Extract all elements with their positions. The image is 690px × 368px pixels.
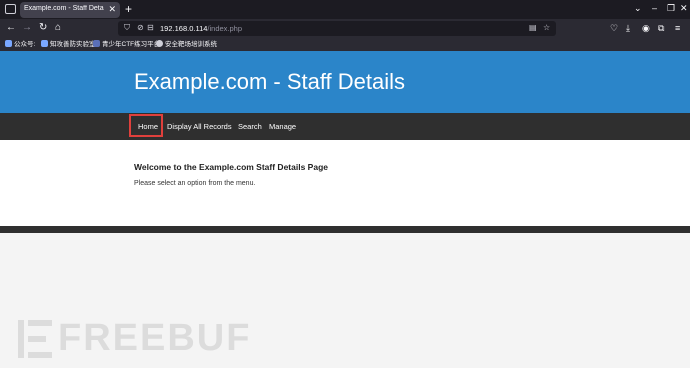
instruction-text: Please select an option from the menu.	[134, 180, 256, 187]
back-icon[interactable]: ←	[6, 22, 16, 34]
bookmark-label: 公众号:	[14, 41, 36, 48]
forward-icon[interactable]: →	[22, 22, 32, 34]
globe-icon	[156, 40, 163, 47]
reader-view-icon[interactable]: ▤	[529, 23, 537, 32]
minimize-icon[interactable]: –	[652, 3, 657, 13]
page-info-icon[interactable]: ⊘	[137, 23, 144, 32]
site-header: Example.com - Staff Details	[0, 51, 690, 113]
browser-tab[interactable]: Example.com - Staff Details - We ✕	[20, 2, 120, 18]
url-text[interactable]: 192.168.0.114/index.php	[160, 24, 242, 33]
tab-list-icon[interactable]	[5, 4, 16, 14]
menu-icon[interactable]: ≡	[675, 22, 680, 34]
window-close-icon[interactable]: ✕	[680, 3, 688, 14]
nav-manage-link[interactable]: Manage	[269, 122, 296, 131]
restore-icon[interactable]: ❐	[667, 3, 675, 14]
url-host: 192.168.0.114	[160, 24, 208, 33]
nav-search-link[interactable]: Search	[238, 122, 262, 131]
bookmark-label: 安全靶场培训系统	[165, 41, 217, 48]
bookmark-star-icon[interactable]: ☆	[543, 23, 550, 32]
watermark: FREEBUF	[58, 317, 252, 359]
pocket-icon[interactable]: ♡	[610, 22, 618, 34]
lab-icon	[41, 40, 48, 47]
reload-icon[interactable]: ↻	[39, 22, 47, 34]
welcome-heading: Welcome to the Example.com Staff Details…	[134, 162, 328, 172]
wechat-icon	[5, 40, 12, 47]
main-content: Welcome to the Example.com Staff Details…	[0, 140, 690, 226]
new-tab-icon[interactable]: +	[125, 2, 132, 16]
site-nav: Home Display All Records Search Manage	[0, 113, 690, 140]
bookmark-item[interactable]: 青少年CTF练习平台	[93, 39, 160, 50]
freebuf-logo-icon	[18, 320, 52, 358]
page-title: Example.com - Staff Details	[134, 69, 406, 94]
extensions-icon[interactable]: ⧉	[658, 22, 664, 34]
bookmarks-toolbar: 公众号: 知攻善防实验室 青少年CTF练习平台 安全靶场培训系统	[0, 38, 690, 51]
lock-icon[interactable]: ⊟	[147, 23, 154, 32]
home-highlight-box	[129, 114, 163, 137]
address-bar[interactable]: ⛉ ⊘ ⊟ 192.168.0.114/index.php ▤ ☆	[118, 21, 556, 36]
chevron-down-icon[interactable]: ⌄	[634, 3, 642, 14]
site-footer	[0, 226, 690, 233]
home-icon[interactable]: ⌂	[55, 22, 61, 34]
shield-icon[interactable]: ⛉	[124, 23, 130, 33]
bookmark-item[interactable]: 知攻善防实验室	[41, 39, 96, 50]
tab-strip: Example.com - Staff Details - We ✕ + ⌄ –…	[0, 0, 690, 19]
bookmark-item[interactable]: 安全靶场培训系统	[156, 39, 217, 50]
nav-display-all-records-link[interactable]: Display All Records	[167, 122, 232, 131]
bookmark-label: 知攻善防实验室	[50, 41, 96, 48]
url-path: /index.php	[207, 24, 243, 33]
account-icon[interactable]: ◉	[642, 22, 650, 34]
ctf-icon	[93, 40, 100, 47]
close-icon[interactable]: ✕	[108, 4, 116, 15]
bookmark-item[interactable]: 公众号:	[5, 39, 35, 50]
download-icon[interactable]: ⤓	[626, 22, 630, 34]
tab-title: Example.com - Staff Details - We	[24, 5, 104, 12]
bookmark-label: 青少年CTF练习平台	[102, 41, 161, 48]
